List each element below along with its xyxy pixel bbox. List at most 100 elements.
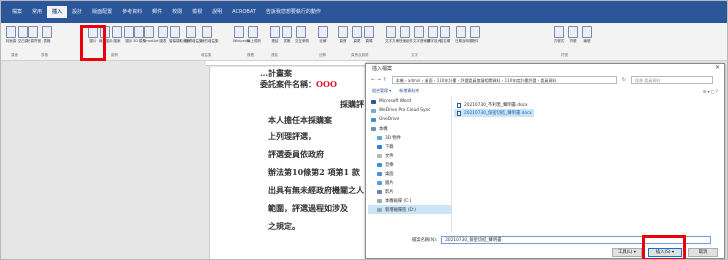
tab-3[interactable]: 設計 (67, 6, 87, 18)
search-input[interactable]: 搜尋 委員資料 (630, 76, 713, 84)
tab-11[interactable]: 告訴我您想要執行的動作 (261, 6, 326, 18)
ribbon-button-25[interactable]: 文字藝術師 (413, 26, 431, 44)
ribbon-button-12[interactable]: 取得增益集 (185, 26, 203, 44)
organize-button[interactable]: 組合管理 ▾ (372, 88, 391, 94)
ribbon-button-icon (440, 26, 450, 38)
document-line: 上列理評選， (268, 131, 316, 142)
ribbon-button-icon (186, 26, 196, 38)
cancel-button[interactable]: 取消 (688, 248, 718, 257)
document-page[interactable]: …計畫案 委託案件名稱：OOO 採購評 本人擔任本採購案 上列理評選， 評選委員依政… (209, 67, 369, 259)
ribbon-button-icon (318, 26, 328, 38)
nav-item[interactable]: 圖片 (368, 178, 451, 187)
new-folder-button[interactable]: 新增資料夾 (399, 88, 419, 94)
ribbon-button-label: 文字方塊 (385, 39, 399, 43)
tab-0[interactable]: 檔案 (7, 6, 27, 18)
ribbon-tab-bar: 檔案 常用 插入 設計 版面配置 參考資料 郵件 校閱 檢視 說明 ACROBAT 告訴我您想要執行的… (1, 1, 727, 23)
document-red-text: OOO (316, 79, 337, 89)
ribbon-button-icon (202, 26, 212, 38)
ribbon-button-6[interactable]: 圖案 (111, 26, 123, 44)
ribbon-button-label: 分頁符號 (27, 39, 41, 43)
ribbon-button-26[interactable]: 首字放大 (427, 26, 441, 44)
ribbon-button-27[interactable]: 簽名欄 (439, 26, 451, 44)
ribbon-button-2[interactable]: 分頁符號 (27, 26, 41, 44)
tab-10[interactable]: ACROBAT (227, 6, 261, 18)
ribbon-button-17[interactable]: 書籤 (281, 26, 293, 44)
ribbon-button-icon (364, 26, 374, 38)
ribbon-button-29[interactable]: 物件 (469, 26, 481, 44)
ribbon-button-icon (248, 26, 258, 38)
ribbon-button-icon (400, 26, 410, 38)
ribbon-button-30[interactable]: 方程式 (553, 26, 565, 44)
ribbon-button-18[interactable]: 交互參照 (295, 26, 309, 44)
ribbon-button-9[interactable]: SmartArt (143, 26, 159, 43)
ribbon-button-22[interactable]: 頁碼 (363, 26, 375, 44)
tab-7[interactable]: 校閱 (167, 6, 187, 18)
ribbon-button-10[interactable]: 圖表 (157, 26, 169, 44)
tab-5[interactable]: 參考資料 (117, 6, 147, 18)
refresh-icon[interactable]: ↻ (622, 77, 626, 83)
tab-8[interactable]: 檢視 (187, 6, 207, 18)
nav-item-label: 3D 物件 (385, 135, 402, 141)
file-item[interactable]: 20210730_不利害_聲明書.docx (454, 101, 534, 109)
tab-2[interactable]: 插入 (47, 6, 68, 18)
ribbon-group-label: 文字 (411, 53, 418, 57)
file-item[interactable]: 20210730_保密切結_聲明書.docx (454, 109, 534, 117)
nav-item[interactable]: 新增磁碟區 (D:) (368, 205, 451, 214)
nav-item[interactable]: 本機磁碟 (C:) (368, 196, 451, 205)
nav-item-label: 圖片 (385, 180, 394, 186)
document-line: 本人擔任本採購案 (260, 115, 332, 126)
ribbon-button-32[interactable]: 編號 (581, 26, 593, 44)
ribbon-button-20[interactable]: 頁首 (337, 26, 349, 44)
folder-icon (377, 162, 382, 167)
folder-icon (377, 198, 382, 203)
nav-item[interactable]: 本機 (368, 124, 451, 133)
ribbon-button-3[interactable]: 表格 (41, 26, 53, 44)
nav-item[interactable]: 下載 (368, 142, 451, 151)
nav-item[interactable]: 3D 物件 (368, 133, 451, 142)
nav-item[interactable]: 文件 (368, 151, 451, 160)
nav-item-label: 下載 (385, 144, 394, 150)
nav-item[interactable]: 音樂 (368, 160, 451, 169)
ribbon-button-24[interactable]: 快速組件 (399, 26, 413, 44)
highlight-object-button (80, 25, 106, 61)
ribbon-button-13[interactable]: 我的增益集 (201, 26, 219, 44)
ribbon-button-label: 頁首 (339, 39, 347, 43)
nav-item-label: 桌面 (385, 171, 394, 177)
ribbon-button-15[interactable]: 線上視訊 (247, 26, 261, 44)
ribbon-button-label: 頁碼 (365, 39, 373, 43)
ribbon-button-0[interactable]: 封面頁 (5, 26, 17, 44)
path-breadcrumb[interactable]: 本機 › admin › 桌面 › 110年計畫 › 評選委員會議相關資料 › … (391, 76, 617, 84)
tab-9[interactable]: 說明 (207, 6, 227, 18)
ribbon-button-11[interactable]: 螢幕擷取畫面 (169, 26, 190, 44)
ribbon-group-label: 表格 (41, 53, 48, 57)
nav-item[interactable]: Microsoft Word (368, 97, 451, 106)
ribbon-button-icon (414, 26, 424, 38)
ribbon-button-23[interactable]: 文字方塊 (385, 26, 399, 44)
nav-item[interactable]: WeDrive Pro Cloud Sync (368, 106, 451, 115)
ribbon-button-19[interactable]: 註解 (317, 26, 329, 44)
ribbon-group-label: 符號 (561, 53, 568, 57)
nav-item[interactable]: 桌面 (368, 169, 451, 178)
tab-4[interactable]: 版面配置 (87, 6, 117, 18)
ribbon-button-14[interactable]: Wikipedia (233, 26, 250, 43)
tab-1[interactable]: 常用 (27, 6, 47, 18)
ribbon-button-label: 文字藝術師 (413, 39, 431, 43)
ribbon-button-28[interactable]: 日期及時間 (455, 26, 473, 44)
nav-item-label: Microsoft Word (379, 99, 411, 104)
ribbon-button-label: 方程式 (553, 39, 565, 43)
nav-arrows-icon[interactable]: ← → ↑ (371, 77, 387, 83)
document-line: 範圍，評選過程如涉及 (268, 203, 348, 214)
ribbon-button-label: 圖表 (159, 39, 167, 43)
folder-icon (371, 99, 376, 104)
nav-item[interactable]: OneDrive (368, 115, 451, 124)
ribbon-button-31[interactable]: 符號 (567, 26, 579, 44)
ribbon-button-icon (112, 26, 122, 38)
nav-item[interactable]: 影片 (368, 187, 451, 196)
document-line-text: 評選委員依政府 (260, 149, 324, 159)
close-icon[interactable]: ✕ (715, 64, 720, 71)
tab-6[interactable]: 郵件 (147, 6, 167, 18)
ribbon-button-16[interactable]: 連結 (269, 26, 281, 44)
tools-button[interactable]: 工具(L) ▾ (612, 248, 642, 257)
view-controls[interactable]: ☰ ▾ ▢ ? (703, 89, 718, 94)
ribbon-button-21[interactable]: 頁尾 (351, 26, 363, 44)
